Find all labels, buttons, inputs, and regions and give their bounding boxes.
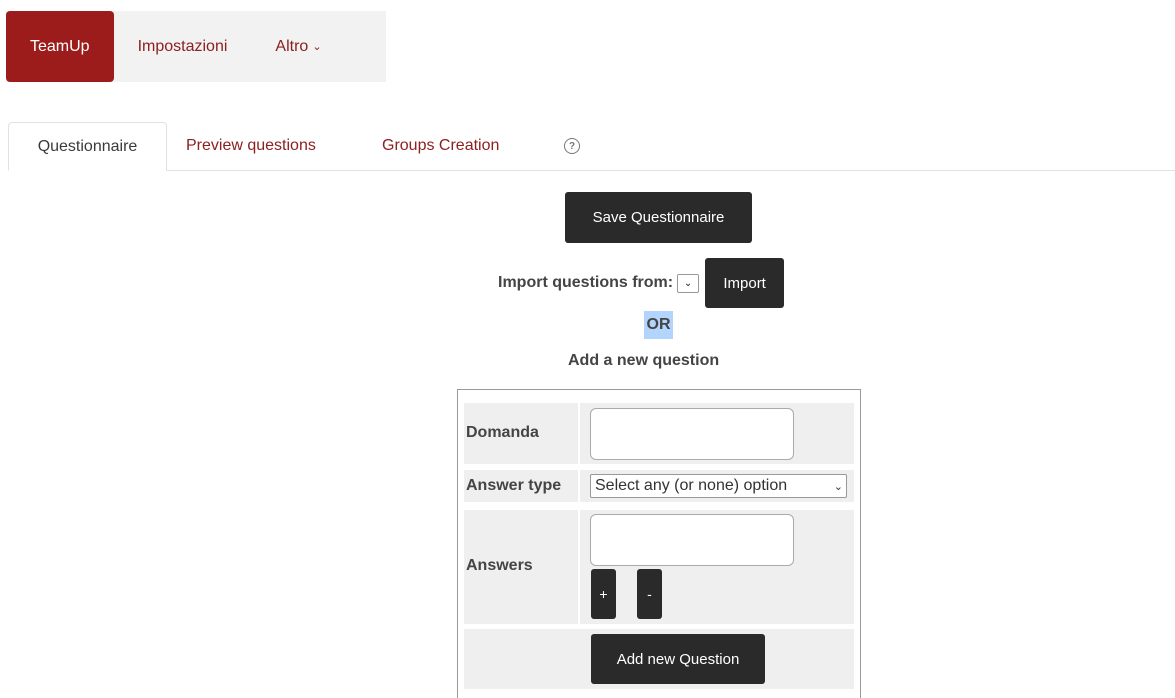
chevron-down-icon: ⌄ <box>312 41 322 53</box>
answer-type-label: Answer type <box>466 477 562 494</box>
or-separator: OR <box>644 311 673 339</box>
import-row: Import questions from: ⌄ Import <box>498 258 785 308</box>
answers-label-cell: Answers <box>464 510 578 624</box>
answers-label: Answers <box>466 557 533 574</box>
nav-item-teamup[interactable]: TeamUp <box>6 11 114 82</box>
save-questionnaire-button[interactable]: Save Questionnaire <box>565 192 752 243</box>
remove-answer-button[interactable]: - <box>637 569 662 619</box>
tab-bar: Questionnaire Preview questions Groups C… <box>8 122 1175 171</box>
tab-label: Groups Creation <box>382 137 500 154</box>
question-form: Domanda Answer type Select any (or none)… <box>457 389 861 698</box>
answer-type-label-cell: Answer type <box>464 470 578 502</box>
nav-item-impostazioni[interactable]: Impostazioni <box>114 11 252 82</box>
import-button[interactable]: Import <box>705 258 785 308</box>
nav-item-label: TeamUp <box>30 37 90 55</box>
tab-groups-creation[interactable]: Groups Creation <box>382 122 499 170</box>
help-icon: ? <box>564 138 580 154</box>
domanda-label: Domanda <box>466 424 539 441</box>
primary-navigation: TeamUp Impostazioni Altro ⌄ <box>6 11 386 82</box>
import-label: Import questions from: <box>498 274 674 291</box>
add-question-cell: Add new Question <box>464 629 854 689</box>
domanda-input-cell <box>580 403 854 464</box>
answers-input-cell: + - <box>580 510 854 624</box>
add-question-heading: Add a new question <box>568 352 720 369</box>
add-answer-button[interactable]: + <box>591 569 616 619</box>
add-new-question-button[interactable]: Add new Question <box>591 634 765 684</box>
tab-questionnaire[interactable]: Questionnaire <box>8 122 167 171</box>
nav-item-label: Altro <box>275 37 309 55</box>
nav-item-label: Impostazioni <box>137 37 228 55</box>
answers-input[interactable] <box>590 514 794 566</box>
tab-preview-questions[interactable]: Preview questions <box>186 122 316 170</box>
tab-label: Preview questions <box>186 137 316 154</box>
chevron-down-icon: ⌄ <box>683 277 693 289</box>
nav-item-altro[interactable]: Altro ⌄ <box>251 11 345 82</box>
tab-label: Questionnaire <box>37 137 138 155</box>
answer-type-select-cell: Select any (or none) option ⌄ <box>580 470 854 502</box>
answer-type-select[interactable]: Select any (or none) option ⌄ <box>590 474 847 498</box>
chevron-down-icon: ⌄ <box>833 480 843 493</box>
domanda-label-cell: Domanda <box>464 403 578 464</box>
domanda-input[interactable] <box>590 408 794 460</box>
answer-type-value: Select any (or none) option <box>595 477 788 494</box>
tab-help[interactable]: ? <box>564 122 580 170</box>
import-source-select[interactable]: ⌄ <box>677 273 700 293</box>
